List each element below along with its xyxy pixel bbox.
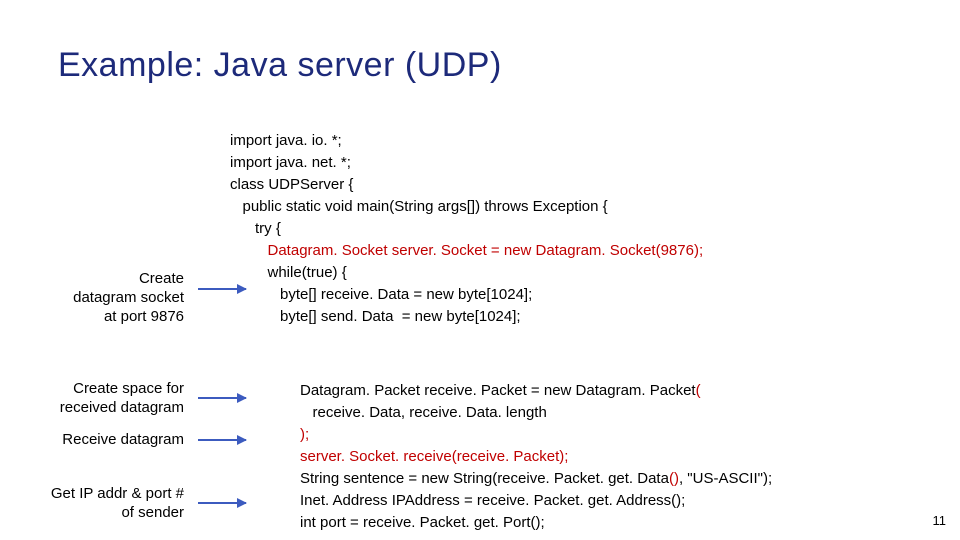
annot-line: datagram socket: [73, 289, 184, 306]
code-line: class UDPServer {: [230, 176, 353, 193]
code-line: while(true) {: [230, 264, 347, 281]
code-text: int port = receive. Packet. get. Port: [300, 514, 531, 531]
arrow-icon: [198, 397, 246, 399]
annotation-create-socket: Create datagram socket at port 9876: [14, 269, 184, 326]
code-text: String sentence = new String(receive. Pa…: [300, 470, 669, 487]
annot-line: Create space for: [73, 380, 184, 397]
annot-line: Receive datagram: [62, 431, 184, 448]
code-line: import java. net. *;: [230, 154, 351, 171]
slide-title: Example: Java server (UDP): [58, 46, 502, 85]
code-block-main: import java. io. *; import java. net. *;…: [230, 130, 703, 328]
annot-line: Get IP addr & port #: [51, 485, 184, 502]
code-line: receive. Data, receive. Data. length: [300, 404, 547, 421]
annot-line: Create: [139, 270, 184, 287]
page-number: 11: [933, 513, 947, 528]
arrow-icon: [198, 502, 246, 504]
code-line: byte[] send. Data = new byte[1024];: [230, 308, 521, 325]
code-block-receive: Datagram. Packet receive. Packet = new D…: [300, 380, 772, 490]
annot-line: of sender: [121, 504, 184, 521]
code-line-red: Datagram. Socket server. Socket = new Da…: [230, 242, 703, 259]
code-line: try {: [230, 220, 281, 237]
code-text-red: ();: [531, 514, 545, 531]
code-line-red: );: [300, 426, 309, 443]
slide: Example: Java server (UDP) Create datagr…: [0, 0, 960, 540]
code-text: Inet. Address IPAddress = receive. Packe…: [300, 492, 671, 509]
code-text: Datagram. Packet receive. Packet = new D…: [300, 382, 696, 399]
arrow-icon: [198, 439, 246, 441]
code-text: , "US-ASCII");: [679, 470, 772, 487]
code-line: import java. io. *;: [230, 132, 342, 149]
code-line-red: server. Socket. receive(receive. Packet)…: [300, 448, 568, 465]
annot-line: at port 9876: [104, 308, 184, 325]
code-line: byte[] receive. Data = new byte[1024];: [230, 286, 532, 303]
code-line: public static void main(String args[]) t…: [230, 198, 608, 215]
code-text-red: ();: [671, 492, 685, 509]
code-block-getaddr: Inet. Address IPAddress = receive. Packe…: [300, 490, 685, 534]
annot-line: received datagram: [60, 399, 184, 416]
annotation-receive-datagram: Receive datagram: [14, 430, 184, 449]
code-text-red: (): [669, 470, 679, 487]
annotation-create-space: Create space for received datagram: [14, 379, 184, 417]
annotation-get-ip-port: Get IP addr & port # of sender: [14, 484, 184, 522]
code-text-red: (: [696, 382, 701, 399]
